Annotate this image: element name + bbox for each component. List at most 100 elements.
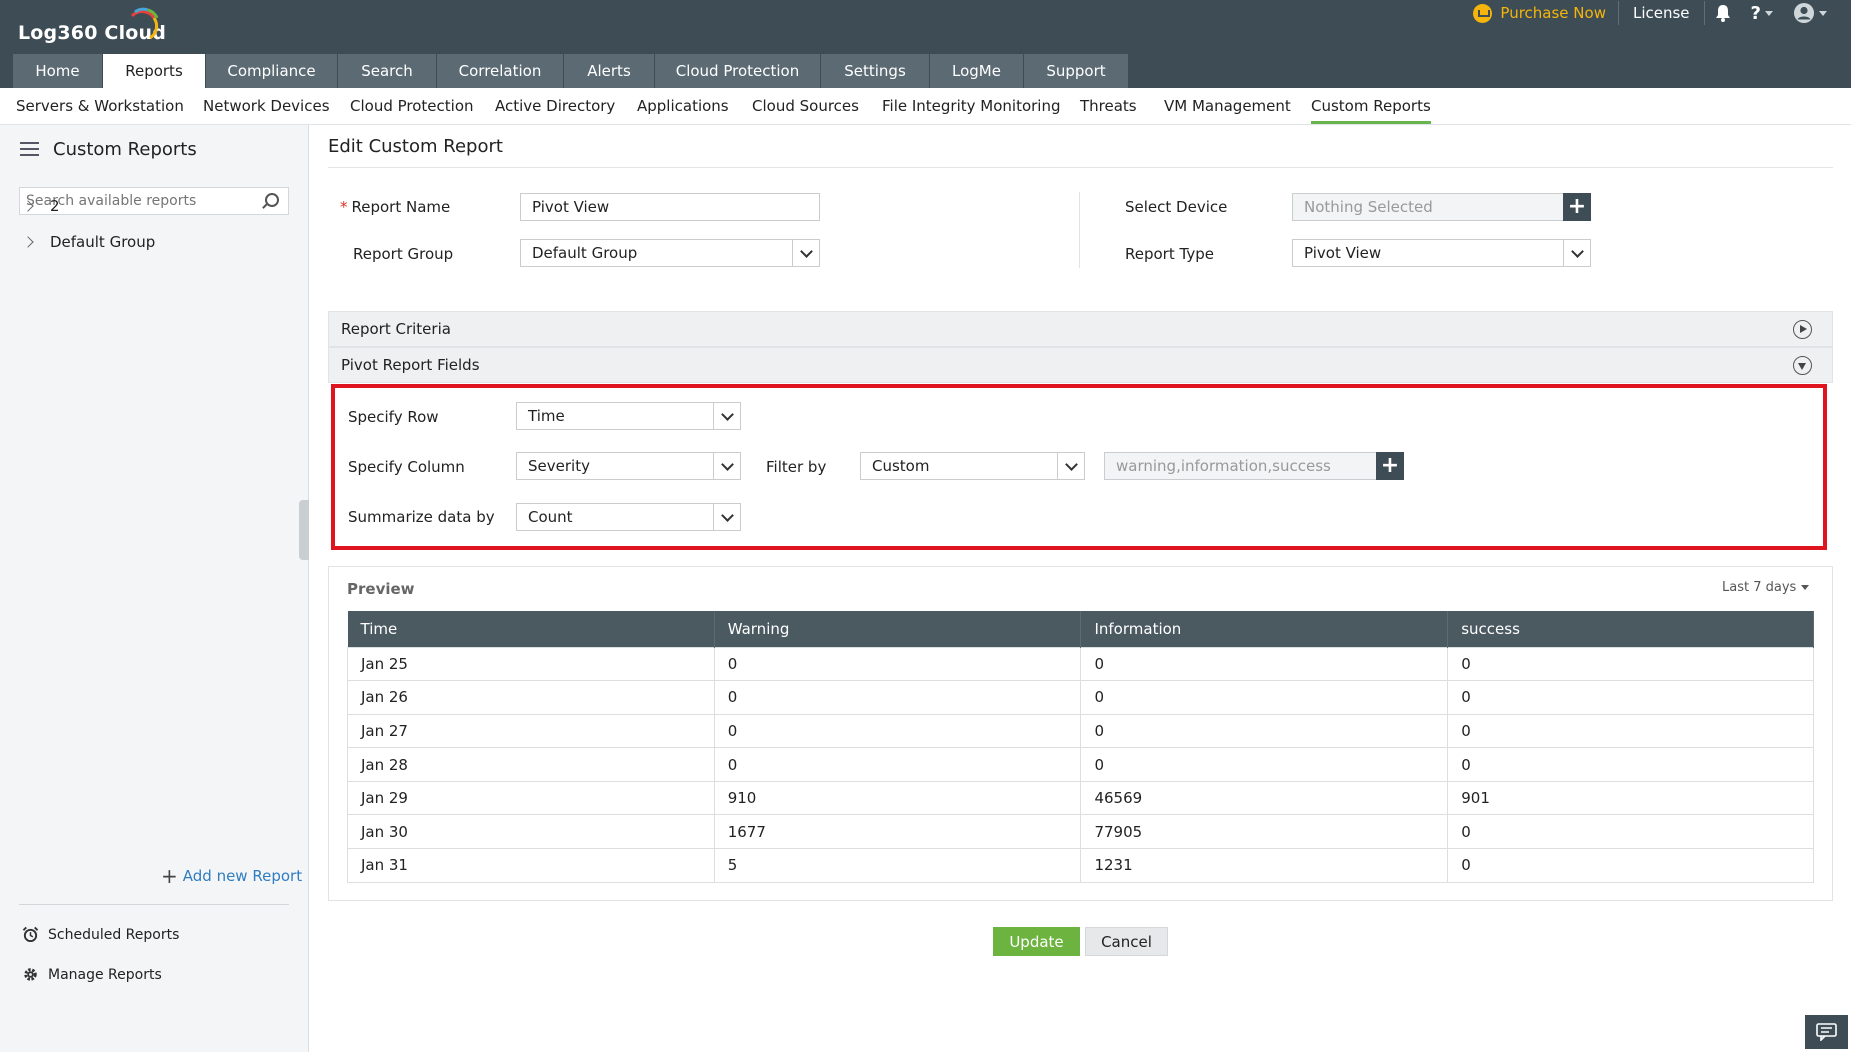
table-header-row: Time Warning Information success xyxy=(347,611,1814,647)
plus-icon: + xyxy=(161,864,178,888)
table-cell: Jan 30 xyxy=(347,814,715,850)
subnav-cloud-protection[interactable]: Cloud Protection xyxy=(350,88,474,124)
bell-icon xyxy=(1715,5,1730,22)
table-cell: 77905 xyxy=(1080,814,1449,850)
date-range-select[interactable]: Last 7 days xyxy=(1722,580,1810,595)
report-type-label: Report Type xyxy=(1125,245,1214,263)
gear-icon xyxy=(24,968,37,981)
specify-column-label: Specify Column xyxy=(348,458,465,476)
search-icon[interactable] xyxy=(265,193,279,207)
tab-logme[interactable]: LogMe xyxy=(930,54,1024,88)
sidebar-divider xyxy=(19,904,289,905)
notifications-button[interactable] xyxy=(1705,1,1741,25)
report-group-select[interactable]: Default Group xyxy=(520,239,820,267)
chevron-down-icon[interactable] xyxy=(1057,453,1084,479)
table-cell: 0 xyxy=(713,646,1082,682)
scheduled-reports-label: Scheduled Reports xyxy=(48,926,180,943)
hamburger-menu-icon[interactable] xyxy=(20,142,39,156)
subnav-active-directory[interactable]: Active Directory xyxy=(495,88,615,124)
table-cell: 0 xyxy=(1080,646,1449,682)
top-header: Log360 Cloud Purchase Now License ? Home… xyxy=(0,0,1851,88)
sidebar-collapse-handle[interactable] xyxy=(299,500,309,560)
report-name-label: * Report Name xyxy=(340,198,451,216)
license-link[interactable]: License xyxy=(1619,1,1705,25)
column-header-information: Information xyxy=(1080,611,1449,647)
chevron-down-icon[interactable] xyxy=(713,453,740,479)
tree-item-label: 2 xyxy=(50,197,60,215)
pivot-preview-table: Time Warning Information success Jan 25 … xyxy=(347,611,1814,883)
table-cell: 0 xyxy=(713,680,1082,715)
tree-item-2[interactable]: 2 xyxy=(22,195,60,217)
add-filter-value-button[interactable]: + xyxy=(1376,452,1404,480)
specify-row-select[interactable]: Time xyxy=(516,402,741,430)
tab-settings[interactable]: Settings xyxy=(821,54,930,88)
summarize-data-value: Count xyxy=(528,508,573,526)
expand-icon[interactable] xyxy=(1793,320,1812,339)
tab-reports[interactable]: Reports xyxy=(103,54,206,88)
tab-support[interactable]: Support xyxy=(1024,54,1129,88)
purchase-label: Purchase Now xyxy=(1500,4,1606,22)
pivot-report-fields-label: Pivot Report Fields xyxy=(341,356,480,374)
user-icon xyxy=(1794,3,1814,23)
chevron-right-icon xyxy=(22,236,34,248)
logo-arc-icon xyxy=(130,7,159,40)
select-device-field[interactable]: Nothing Selected xyxy=(1292,193,1564,221)
purchase-now-link[interactable]: Purchase Now xyxy=(1461,1,1619,25)
subnav-custom-reports[interactable]: Custom Reports xyxy=(1311,88,1431,124)
tree-item-default-group[interactable]: Default Group xyxy=(22,231,155,253)
scheduled-reports-link[interactable]: Scheduled Reports xyxy=(22,926,179,943)
cart-icon xyxy=(1473,3,1493,23)
report-criteria-section[interactable]: Report Criteria xyxy=(328,311,1833,347)
filter-by-label: Filter by xyxy=(766,458,827,476)
chevron-down-icon[interactable] xyxy=(713,504,740,530)
add-device-button[interactable]: + xyxy=(1563,193,1591,221)
filter-by-select[interactable]: Custom xyxy=(860,452,1085,480)
add-new-report-link[interactable]: + Add new Report xyxy=(161,866,302,886)
subnav-threats[interactable]: Threats xyxy=(1080,88,1137,124)
subnav-file-integrity-monitoring[interactable]: File Integrity Monitoring xyxy=(882,88,1061,124)
tab-correlation[interactable]: Correlation xyxy=(437,54,564,88)
help-button[interactable]: ? xyxy=(1741,1,1783,25)
tab-alerts[interactable]: Alerts xyxy=(564,54,655,88)
table-cell: 0 xyxy=(1447,814,1814,850)
tab-home[interactable]: Home xyxy=(13,54,103,88)
user-menu-button[interactable] xyxy=(1783,1,1837,25)
report-name-input[interactable]: Pivot View xyxy=(520,193,820,221)
subnav-cloud-sources[interactable]: Cloud Sources xyxy=(752,88,859,124)
subnav-network-devices[interactable]: Network Devices xyxy=(203,88,330,124)
chat-button[interactable] xyxy=(1805,1015,1848,1049)
summarize-data-select[interactable]: Count xyxy=(516,503,741,531)
cancel-button[interactable]: Cancel xyxy=(1085,927,1168,956)
tab-search[interactable]: Search xyxy=(338,54,437,88)
update-button[interactable]: Update xyxy=(993,927,1080,956)
table-cell: 1231 xyxy=(1080,848,1449,883)
tab-compliance[interactable]: Compliance xyxy=(206,54,338,88)
subnav-servers-workstation[interactable]: Servers & Workstation xyxy=(16,88,184,124)
subnav-vm-management[interactable]: VM Management xyxy=(1164,88,1291,124)
main-navigation: Home Reports Compliance Search Correlati… xyxy=(13,54,1129,88)
table-cell: 0 xyxy=(1447,646,1814,682)
sub-navigation: Servers & Workstation Network Devices Cl… xyxy=(0,88,1851,125)
column-header-time: Time xyxy=(347,611,715,647)
form-column-divider xyxy=(1079,192,1080,268)
manage-reports-link[interactable]: Manage Reports xyxy=(22,966,162,983)
collapse-icon[interactable] xyxy=(1793,356,1812,375)
report-type-select[interactable]: Pivot View xyxy=(1292,239,1591,267)
filter-by-value: Custom xyxy=(872,457,930,475)
help-icon: ? xyxy=(1750,2,1761,24)
chevron-down-icon[interactable] xyxy=(713,403,740,429)
specify-column-select[interactable]: Severity xyxy=(516,452,741,480)
table-cell: 0 xyxy=(1447,747,1814,782)
filter-values-field[interactable]: warning,information,success xyxy=(1104,452,1377,480)
column-header-success: success xyxy=(1447,611,1814,647)
chevron-down-icon[interactable] xyxy=(792,240,819,266)
chevron-down-icon xyxy=(1819,10,1827,16)
table-cell: 0 xyxy=(1080,680,1449,715)
table-cell: 901 xyxy=(1447,780,1814,816)
subnav-applications[interactable]: Applications xyxy=(637,88,729,124)
tab-cloud-protection[interactable]: Cloud Protection xyxy=(655,54,821,88)
pivot-report-fields-section[interactable]: Pivot Report Fields xyxy=(328,347,1833,383)
sidebar: Custom Reports 2 Default Group + Add new… xyxy=(0,125,309,1052)
chevron-down-icon[interactable] xyxy=(1563,240,1590,266)
preview-title: Preview xyxy=(347,580,415,598)
